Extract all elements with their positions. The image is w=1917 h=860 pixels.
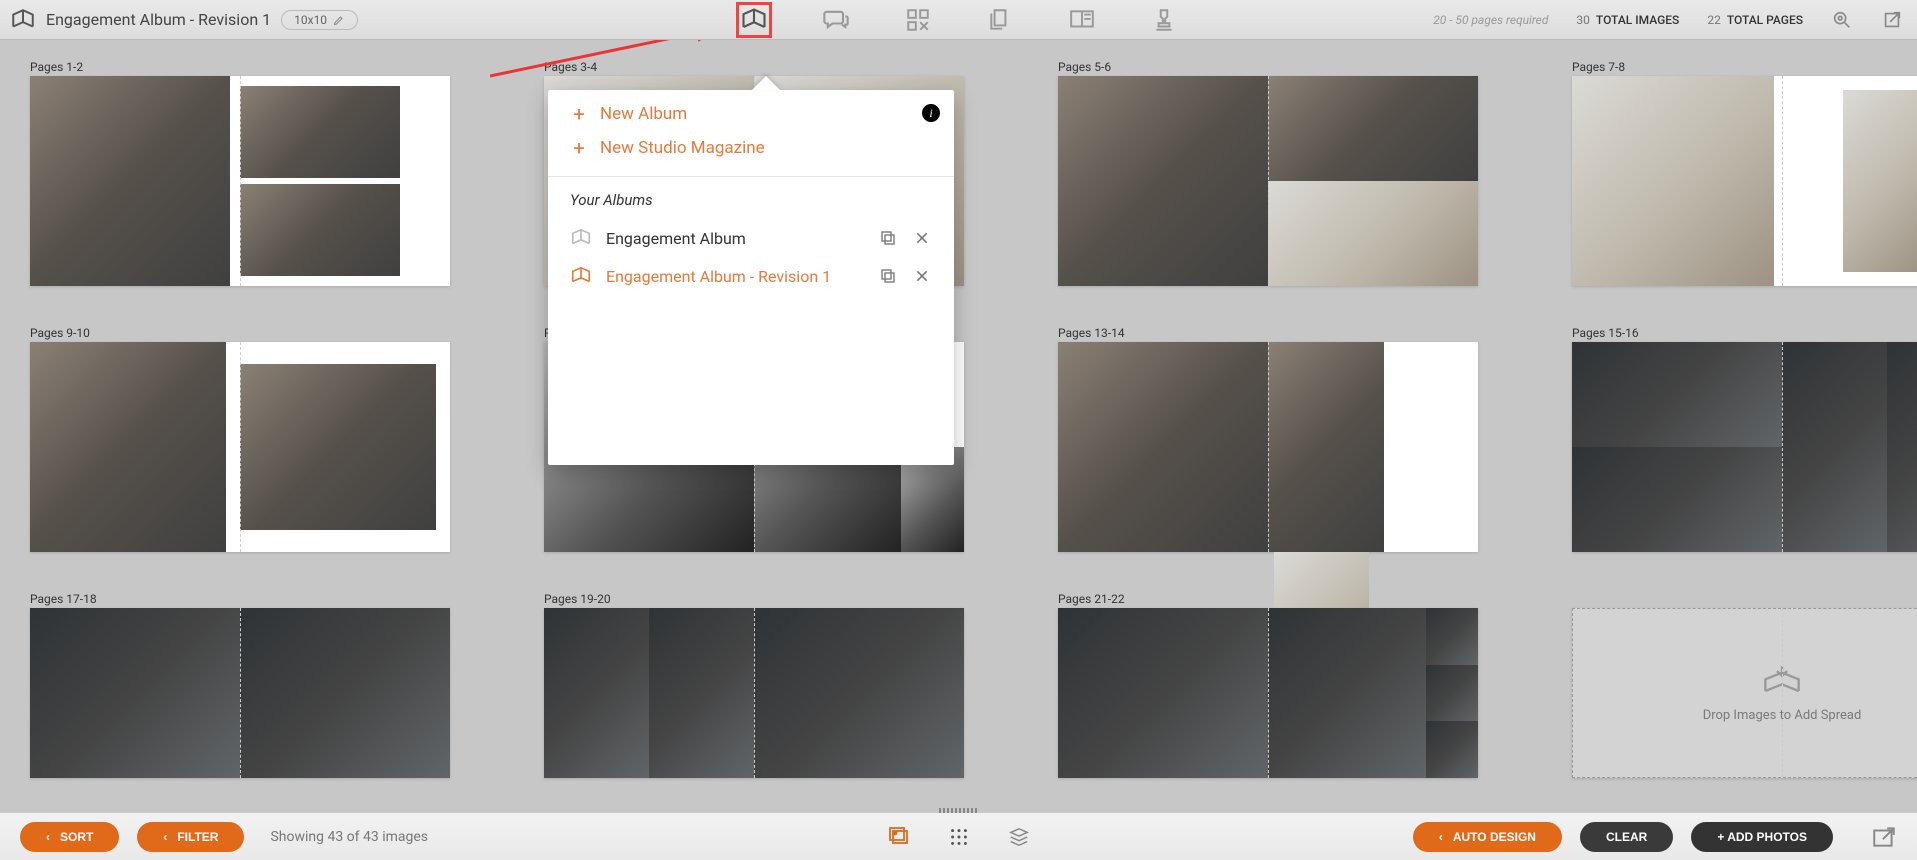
sort-label: SORT: [60, 830, 93, 844]
album-row: Engagement Album - Revision 1: [548, 257, 954, 295]
spread-box[interactable]: [30, 608, 450, 778]
spread-label: [1572, 592, 1917, 606]
layers-icon[interactable]: [1007, 825, 1031, 849]
close-icon[interactable]: [912, 228, 932, 248]
album-icon: [10, 7, 36, 33]
total-images-value: 30: [1576, 13, 1590, 27]
header-right: 20 - 50 pages required 30 TOTAL IMAGES 2…: [1433, 9, 1917, 31]
spread-box[interactable]: [1572, 342, 1917, 552]
spread-box[interactable]: [1572, 76, 1917, 286]
pages-stack-icon[interactable]: [985, 5, 1015, 35]
spread-label: Pages 3-4: [544, 60, 964, 74]
album-row: Engagement Album: [548, 219, 954, 257]
spread-label: Pages 21-22: [1058, 592, 1478, 606]
total-pages-group: 22 TOTAL PAGES: [1707, 13, 1803, 27]
spread-label: Pages 19-20: [544, 592, 964, 606]
duplicate-icon[interactable]: [878, 228, 898, 248]
grid-dots-icon[interactable]: [947, 825, 971, 849]
spread[interactable]: Pages 15-16: [1572, 326, 1917, 552]
drop-images-icon: [1762, 664, 1802, 698]
footer-bar: ‹ SORT ‹ FILTER Showing 43 of 43 images …: [0, 812, 1917, 860]
close-icon[interactable]: [912, 266, 932, 286]
album-icon: [570, 227, 592, 249]
album-size-pill[interactable]: 10x10: [281, 10, 358, 30]
dropzone-label: Drop Images to Add Spread: [1703, 708, 1862, 723]
image-count-status: Showing 43 of 43 images: [270, 829, 428, 845]
spread[interactable]: Pages 9-10: [30, 326, 450, 552]
spread-box[interactable]: [544, 608, 964, 778]
pencil-icon: [333, 14, 345, 26]
header-left: Engagement Album - Revision 1 10x10: [0, 7, 358, 33]
spread[interactable]: Pages 5-6: [1058, 60, 1478, 286]
auto-design-button[interactable]: ‹ AUTO DESIGN: [1413, 822, 1562, 852]
total-pages-label: TOTAL PAGES: [1727, 13, 1803, 27]
spread[interactable]: Pages 19-20: [544, 592, 964, 778]
albums-dropdown-panel: i + New Album + New Studio Magazine Your…: [548, 90, 954, 465]
filter-button[interactable]: ‹ FILTER: [137, 822, 244, 852]
your-albums-label: Your Albums: [548, 191, 954, 209]
spreads-grid: Pages 1-2 Pages 3-4 Pages 5-6: [30, 60, 1887, 778]
albums-dropdown-icon[interactable]: [739, 5, 769, 35]
app-header: Engagement Album - Revision 1 10x10 20 -…: [0, 0, 1917, 40]
plus-icon: +: [570, 104, 588, 124]
auto-design-label: AUTO DESIGN: [1453, 830, 1536, 844]
layouts-icon[interactable]: [903, 5, 933, 35]
total-pages-value: 22: [1707, 13, 1721, 27]
new-magazine-link[interactable]: + New Studio Magazine: [548, 124, 954, 158]
spread-label: Pages 15-16: [1572, 326, 1917, 340]
new-album-link[interactable]: + New Album: [548, 90, 954, 124]
new-album-label: New Album: [600, 104, 687, 124]
spread-label: Pages 9-10: [30, 326, 450, 340]
spread-label: Pages 5-6: [1058, 60, 1478, 74]
spread-label: Pages 13-14: [1058, 326, 1478, 340]
add-photos-label: + ADD PHOTOS: [1717, 830, 1807, 844]
spread-box[interactable]: [1058, 608, 1478, 778]
spread-box[interactable]: [1058, 76, 1478, 286]
footer-center-tools: [887, 825, 1031, 849]
spread-label: Pages 17-18: [30, 592, 450, 606]
comments-icon[interactable]: [821, 5, 851, 35]
plus-icon: +: [570, 138, 588, 158]
chevron-left-icon: ‹: [46, 830, 50, 844]
album-icon: [570, 265, 592, 287]
filter-label: FILTER: [177, 830, 218, 844]
info-icon[interactable]: i: [922, 104, 940, 122]
spread[interactable]: View Pages 7-8: [1572, 60, 1917, 286]
total-images-group: 30 TOTAL IMAGES: [1576, 13, 1679, 27]
album-name[interactable]: Engagement Album - Revision 1: [606, 267, 864, 286]
clear-label: CLEAR: [1606, 830, 1647, 844]
spread-box[interactable]: [1058, 342, 1478, 552]
total-images-label: TOTAL IMAGES: [1596, 13, 1679, 27]
gallery-icon[interactable]: [887, 825, 911, 849]
album-size: 10x10: [294, 13, 327, 27]
pages-required: 20 - 50 pages required: [1433, 13, 1548, 27]
stamp-icon[interactable]: [1149, 5, 1179, 35]
album-name[interactable]: Engagement Album: [606, 229, 864, 248]
open-external-icon[interactable]: [1881, 9, 1903, 31]
spread[interactable]: Pages 17-18: [30, 592, 450, 778]
export-icon[interactable]: [1871, 824, 1897, 850]
spread-label: Pages 1-2: [30, 60, 450, 74]
zoom-search-icon[interactable]: [1831, 9, 1853, 31]
spread[interactable]: Pages 13-14: [1058, 326, 1478, 552]
chevron-left-icon: ‹: [163, 830, 167, 844]
spread[interactable]: Pages 21-22: [1058, 592, 1478, 778]
album-title: Engagement Album - Revision 1: [46, 10, 271, 29]
header-center-tools: [739, 5, 1179, 35]
spread-box[interactable]: [30, 342, 450, 552]
spread-label: Pages 7-8: [1572, 60, 1917, 74]
spread[interactable]: Pages 1-2: [30, 60, 450, 286]
new-magazine-label: New Studio Magazine: [600, 138, 765, 158]
add-spread-dropzone[interactable]: Drop Images to Add Spread: [1572, 592, 1917, 778]
spreads-canvas[interactable]: Pages 1-2 Pages 3-4 Pages 5-6: [0, 40, 1917, 812]
clear-button[interactable]: CLEAR: [1580, 822, 1673, 852]
spread-layout-icon[interactable]: [1067, 5, 1097, 35]
divider: [548, 176, 954, 177]
add-photos-button[interactable]: + ADD PHOTOS: [1691, 822, 1833, 852]
dropzone[interactable]: Drop Images to Add Spread: [1572, 608, 1917, 778]
chevron-left-icon: ‹: [1439, 830, 1443, 844]
spread-box[interactable]: [30, 76, 450, 286]
duplicate-icon[interactable]: [878, 266, 898, 286]
sort-button[interactable]: ‹ SORT: [20, 822, 119, 852]
